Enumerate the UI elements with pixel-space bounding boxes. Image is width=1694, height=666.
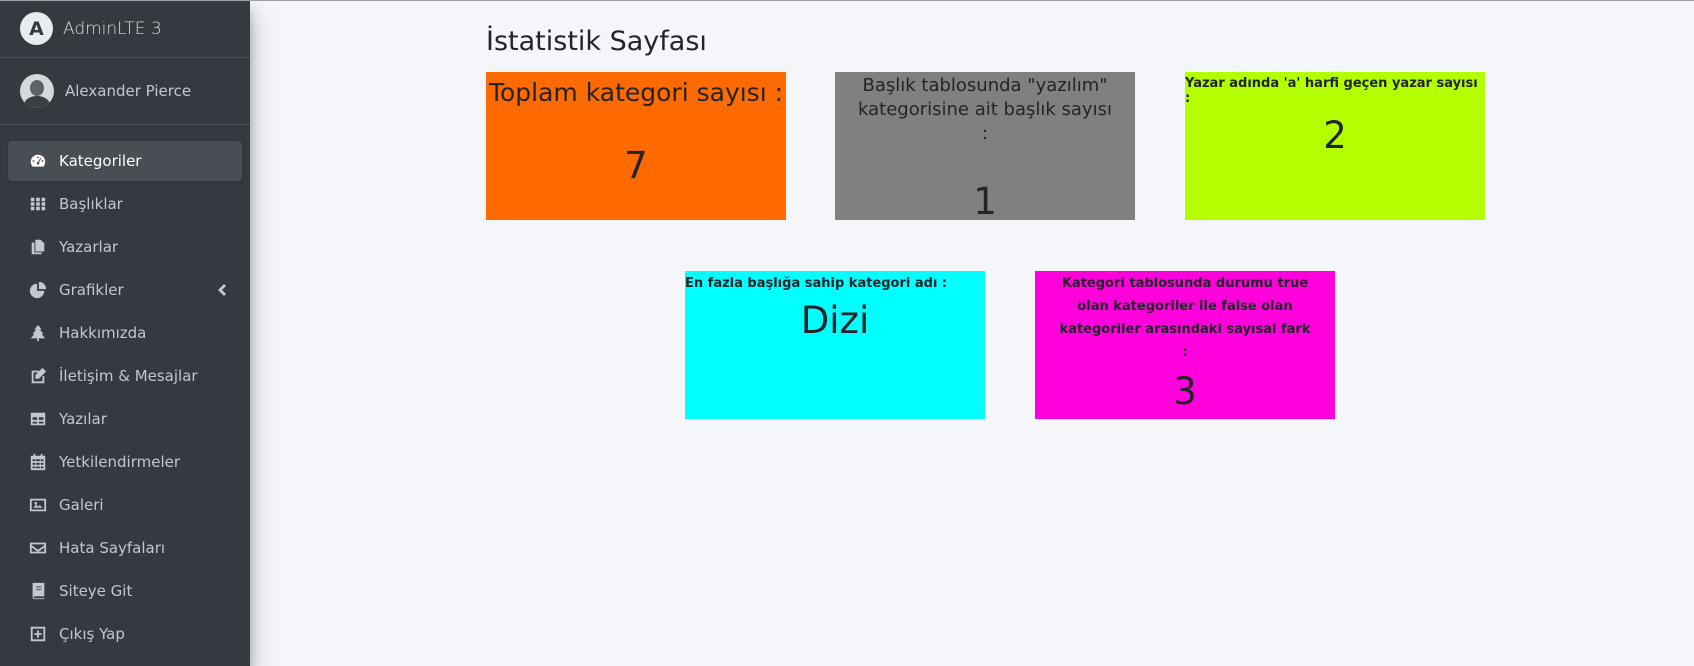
sidebar-item-label: Siteye Git <box>59 582 133 600</box>
stat-label: Toplam kategori sayısı : <box>488 78 784 107</box>
tree-icon <box>28 323 48 343</box>
avatar <box>20 74 54 108</box>
pie-chart-icon <box>28 280 48 300</box>
sidebar-menu: Kategoriler Başlıklar Yazarlar Grafikler <box>0 125 250 654</box>
brand-name: AdminLTE 3 <box>63 18 162 39</box>
brand-link[interactable]: A AdminLTE 3 <box>0 0 250 58</box>
copy-icon <box>28 237 48 257</box>
sidebar: A AdminLTE 3 Alexander Pierce Kategorile… <box>0 0 250 666</box>
sidebar-item-yetkilendirmeler[interactable]: Yetkilendirmeler <box>8 442 242 482</box>
tachometer-icon <box>28 151 48 171</box>
sidebar-item-hata-sayfalari[interactable]: Hata Sayfaları <box>8 528 242 568</box>
sidebar-item-grafikler[interactable]: Grafikler <box>8 270 242 310</box>
sidebar-item-yazilar[interactable]: Yazılar <box>8 399 242 439</box>
stat-card-software-titles: Başlık tablosunda "yazılım" kategorisine… <box>835 72 1135 223</box>
sidebar-item-label: Çıkış Yap <box>59 625 125 643</box>
chevron-left-icon[interactable] <box>216 282 228 298</box>
stat-card-authors-with-a: Yazar adında 'a' harfi geçen yazar sayıs… <box>1185 72 1485 220</box>
sidebar-item-label: Yetkilendirmeler <box>59 453 181 471</box>
sidebar-item-label: Galeri <box>59 496 104 514</box>
user-panel[interactable]: Alexander Pierce <box>0 58 250 125</box>
sidebar-item-siteye-git[interactable]: Siteye Git <box>8 571 242 611</box>
image-icon <box>28 495 48 515</box>
user-name[interactable]: Alexander Pierce <box>65 82 191 100</box>
plus-square-icon <box>28 624 48 644</box>
page-title: İstatistik Sayfası <box>486 26 707 57</box>
calendar-icon <box>28 452 48 472</box>
book-icon <box>28 581 48 601</box>
table-icon <box>28 409 48 429</box>
sidebar-item-cikis-yap[interactable]: Çıkış Yap <box>8 614 242 654</box>
sidebar-item-label: Grafikler <box>59 281 124 299</box>
stat-label: Başlık tablosunda "yazılım" kategorisine… <box>858 75 1112 144</box>
stat-card-top-category: En fazla başlığa sahip kategori adı : Di… <box>685 271 985 419</box>
sidebar-item-galeri[interactable]: Galeri <box>8 485 242 525</box>
top-border <box>0 0 1694 1</box>
sidebar-item-label: Yazılar <box>59 410 107 428</box>
stat-value: 1 <box>973 180 997 223</box>
sidebar-item-basliklar[interactable]: Başlıklar <box>8 184 242 224</box>
stat-label: Kategori tablosunda durumu true olan kat… <box>1059 276 1311 360</box>
sidebar-item-label: Hakkımızda <box>59 324 147 342</box>
brand-logo: A <box>20 12 53 45</box>
stat-value: 3 <box>1173 370 1197 413</box>
sidebar-item-yazarlar[interactable]: Yazarlar <box>8 227 242 267</box>
stat-value: 7 <box>624 144 648 187</box>
sidebar-item-label: Yazarlar <box>59 238 119 256</box>
edit-icon <box>28 366 48 386</box>
stat-card-status-difference: Kategori tablosunda durumu true olan kat… <box>1035 271 1335 419</box>
sidebar-item-label: İletişim & Mesajlar <box>59 367 198 385</box>
sidebar-item-label: Hata Sayfaları <box>59 539 166 557</box>
sidebar-item-label: Kategoriler <box>59 152 142 170</box>
stat-label: En fazla başlığa sahip kategori adı : <box>685 276 948 291</box>
envelope-icon <box>28 538 48 558</box>
stat-value: Dizi <box>800 299 870 342</box>
sidebar-item-kategoriler[interactable]: Kategoriler <box>8 141 242 181</box>
stat-value: 2 <box>1323 114 1347 157</box>
sidebar-item-iletisim[interactable]: İletişim & Mesajlar <box>8 356 242 396</box>
grid-icon <box>28 194 48 214</box>
sidebar-item-label: Başlıklar <box>59 195 123 213</box>
stat-label: Yazar adında 'a' harfi geçen yazar sayıs… <box>1185 76 1478 106</box>
stat-card-total-categories: Toplam kategori sayısı : 7 <box>486 72 786 220</box>
sidebar-item-hakkimizda[interactable]: Hakkımızda <box>8 313 242 353</box>
